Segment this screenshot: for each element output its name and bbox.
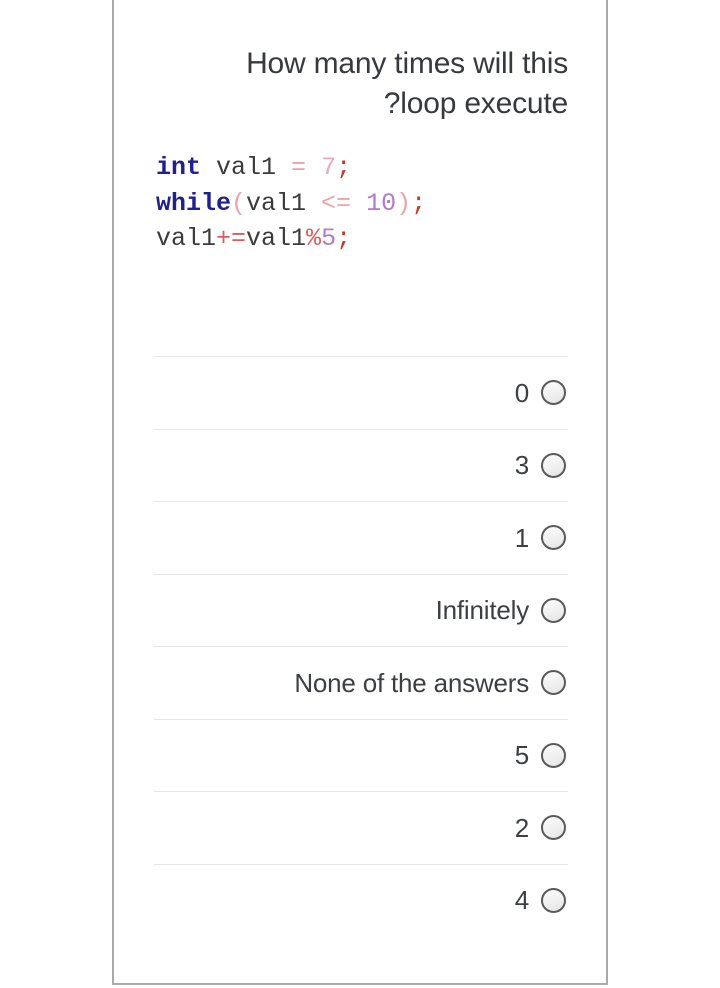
page-root: How many times will this ?loop execute i… <box>0 0 720 988</box>
code-token-semicolon: ; <box>411 188 427 218</box>
answer-option-label: None of the answers <box>294 667 529 698</box>
answer-option-label: Infinitely <box>435 595 530 626</box>
question-title-line-1: How many times will this <box>246 47 568 80</box>
code-line: while(val1 <= 10); <box>156 186 568 222</box>
code-token-operator-strong: += <box>216 224 247 254</box>
code-token-identifier: val1 <box>246 188 322 218</box>
answer-option-radio-button[interactable] <box>541 452 566 478</box>
answer-option-row[interactable]: 3 <box>154 428 568 502</box>
answer-option-label: 0 <box>514 377 529 408</box>
code-token-punctuation: ) <box>396 188 412 218</box>
quiz-card-inner: How many times will this ?loop execute i… <box>114 0 606 983</box>
answer-option-label: 1 <box>514 522 529 553</box>
answer-options-list: 0 3 1 Infinitely None of the answers 5 2 4 <box>154 356 568 936</box>
code-token-keyword: while <box>156 188 232 218</box>
code-token-number: 10 <box>366 188 397 218</box>
answer-option-label: 3 <box>514 450 529 481</box>
code-token-number: 5 <box>321 224 337 254</box>
code-token-punctuation: ( <box>231 188 247 218</box>
answer-option-label: 2 <box>514 812 529 843</box>
code-snippet: int val1 = 7; while(val1 <= 10); val1+=v… <box>156 124 568 257</box>
answer-option-row[interactable]: 5 <box>154 718 568 792</box>
question-title-line-2: ?loop execute <box>383 87 568 121</box>
quiz-card: How many times will this ?loop execute i… <box>112 0 608 985</box>
answer-option-radio-button[interactable] <box>541 380 566 406</box>
answer-option-radio-button[interactable] <box>541 887 566 913</box>
answer-option-row[interactable]: Infinitely <box>154 573 568 647</box>
answer-option-label: 5 <box>514 740 529 771</box>
answer-option-row[interactable]: None of the answers <box>154 646 568 719</box>
answer-option-radio-button[interactable] <box>541 815 566 841</box>
code-token-operator: = <box>291 153 307 183</box>
code-token-identifier: val1 <box>201 153 292 183</box>
code-token-operator: <= <box>321 188 352 218</box>
answer-option-radio-button[interactable] <box>541 525 566 551</box>
answer-option-row[interactable]: 0 <box>154 356 568 429</box>
code-token-identifier <box>306 153 321 182</box>
code-token-identifier: val1 <box>246 224 307 254</box>
question-title: How many times will this ?loop execute <box>156 0 568 124</box>
code-token-number-light: 7 <box>321 153 337 183</box>
answer-option-row[interactable]: 1 <box>154 501 568 574</box>
code-token-semicolon: ; <box>336 224 352 254</box>
answer-option-row[interactable]: 4 <box>154 863 568 937</box>
answer-option-radio-button[interactable] <box>541 742 566 768</box>
code-line: int val1 = 7; <box>156 150 568 186</box>
answer-option-row[interactable]: 2 <box>154 791 568 864</box>
code-token-operator-strong: % <box>306 224 322 254</box>
code-line: val1+=val1%5; <box>156 221 568 257</box>
code-token-semicolon: ; <box>336 153 352 183</box>
answer-option-radio-button[interactable] <box>541 670 566 696</box>
code-token-identifier: val1 <box>156 224 217 254</box>
answer-option-label: 4 <box>514 885 529 916</box>
code-token-keyword: int <box>156 153 202 183</box>
code-token-identifier <box>351 189 366 218</box>
answer-option-radio-button[interactable] <box>541 597 566 623</box>
